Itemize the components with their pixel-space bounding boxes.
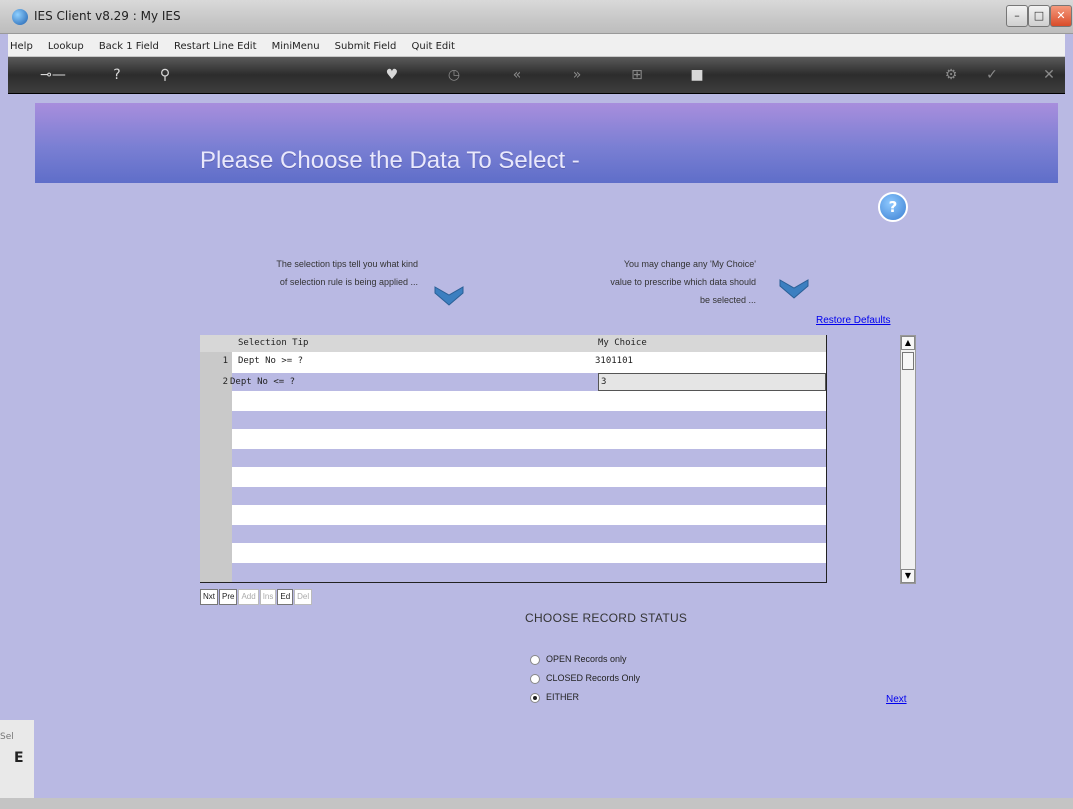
tip-right-line-3: be selected ... <box>699 295 756 305</box>
check-icon[interactable]: ✓ <box>983 66 1001 84</box>
status-bar <box>0 798 1073 809</box>
help-icon-toolbar[interactable]: ? <box>108 66 126 84</box>
toolbar: ⊸— ? ⚲ ♥ ◷ « » ⊞ ■ ⚙ ✓ ✕ <box>8 57 1065 94</box>
radio-either[interactable]: EITHER <box>530 692 579 703</box>
window-title: IES Client v8.29 : My IES <box>34 9 181 23</box>
my-choice-cell[interactable]: 3101101 <box>595 352 633 370</box>
key-icon[interactable]: ⊸— <box>38 66 68 84</box>
settings-icon[interactable]: ⚙ <box>942 66 960 84</box>
menu-help[interactable]: Help <box>8 36 33 58</box>
table-row[interactable]: 2 Dept No <= ? 3 <box>223 373 826 391</box>
table-row[interactable] <box>232 544 826 562</box>
rewind-icon[interactable]: « <box>508 66 526 84</box>
side-panel-letter: E <box>14 750 24 766</box>
table-row[interactable] <box>232 506 826 524</box>
minimize-button[interactable]: – <box>1006 5 1028 27</box>
menu-quit-edit[interactable]: Quit Edit <box>410 36 455 58</box>
table-row[interactable] <box>232 525 826 543</box>
selection-tip-cell: Dept No >= ? <box>238 356 304 366</box>
table-row[interactable] <box>232 563 826 582</box>
tip-left-line-1: The selection tips tell you what kind <box>276 259 418 269</box>
radio-open-records[interactable]: OPEN Records only <box>530 654 627 665</box>
radio-label: EITHER <box>546 692 580 702</box>
add-row-button[interactable]: Add <box>238 589 259 605</box>
selection-grid: Selection Tip My Choice 1 Dept No >= ? 3… <box>200 335 827 583</box>
heart-icon[interactable]: ♥ <box>383 66 401 84</box>
my-choice-value: 3 <box>601 377 607 387</box>
down-arrow-icon <box>434 286 464 306</box>
table-row[interactable]: 1 Dept No >= ? 3101101 <box>223 352 826 370</box>
menu-back-1-field[interactable]: Back 1 Field <box>97 36 159 58</box>
stop-icon[interactable]: ■ <box>688 66 706 84</box>
down-arrow-icon <box>779 279 809 299</box>
table-row[interactable] <box>232 392 826 410</box>
header-selection-tip: Selection Tip <box>238 338 309 348</box>
grid-scrollbar[interactable]: ▲ ▼ <box>900 335 916 584</box>
row-number: 1 <box>222 356 228 366</box>
table-row[interactable] <box>232 449 826 467</box>
scroll-thumb[interactable] <box>902 352 914 370</box>
radio-button[interactable] <box>530 673 540 684</box>
grid-icon[interactable]: ⊞ <box>628 66 646 84</box>
selection-tip-cell: Dept No <= ? <box>230 377 296 387</box>
table-row[interactable] <box>232 411 826 429</box>
menu-bar: Help Lookup Back 1 Field Restart Line Ed… <box>8 34 1065 57</box>
radio-label: OPEN Records only <box>546 654 627 664</box>
grid-header: Selection Tip My Choice <box>200 335 826 352</box>
delete-row-button[interactable]: Del <box>294 589 313 605</box>
scroll-down-arrow-icon[interactable]: ▼ <box>901 569 915 583</box>
header-banner: Please Choose the Data To Select - <box>35 103 1058 183</box>
tip-right-line-2: value to prescribe which data should <box>610 277 756 287</box>
next-row-button[interactable]: Nxt <box>200 589 218 605</box>
search-icon[interactable]: ⚲ <box>156 66 174 84</box>
app-globe-icon <box>12 9 28 25</box>
clock-icon[interactable]: ◷ <box>445 66 463 84</box>
radio-button-selected[interactable] <box>530 692 540 703</box>
table-row[interactable] <box>232 468 826 486</box>
tip-right-line-1: You may change any 'My Choice' <box>623 259 756 269</box>
row-number: 2 <box>222 377 228 387</box>
help-icon[interactable]: ? <box>878 192 908 222</box>
maximize-button[interactable]: □ <box>1028 5 1050 27</box>
edit-row-button[interactable]: Ed <box>277 589 294 605</box>
app-window: IES Client v8.29 : My IES – □ ✕ Help Loo… <box>0 0 1073 809</box>
table-row[interactable] <box>232 430 826 448</box>
menu-lookup[interactable]: Lookup <box>46 36 84 58</box>
side-panel-label: Sel <box>0 732 14 742</box>
radio-label: CLOSED Records Only <box>546 673 641 683</box>
next-link[interactable]: Next <box>886 694 907 705</box>
choice-tip-text: You may change any 'My Choice' value to … <box>548 255 756 309</box>
selection-tip-text: The selection tips tell you what kind of… <box>230 255 418 291</box>
radio-button[interactable] <box>530 654 540 665</box>
tip-left-line-2: of selection rule is being applied ... <box>279 277 418 287</box>
record-status-title: CHOOSE RECORD STATUS <box>525 611 688 625</box>
row-nav-buttons: Nxt Pre Add Ins Ed Del <box>200 584 313 605</box>
restore-defaults-link[interactable]: Restore Defaults <box>816 315 890 326</box>
scroll-up-arrow-icon[interactable]: ▲ <box>901 336 915 350</box>
menu-minimenu[interactable]: MiniMenu <box>270 36 320 58</box>
previous-row-button[interactable]: Pre <box>219 589 238 605</box>
my-choice-input[interactable]: 3 <box>598 373 826 391</box>
cancel-icon[interactable]: ✕ <box>1040 66 1058 84</box>
title-bar: IES Client v8.29 : My IES – □ ✕ <box>0 0 1073 34</box>
close-window-button[interactable]: ✕ <box>1050 5 1072 27</box>
menu-submit-field[interactable]: Submit Field <box>333 36 397 58</box>
forward-icon[interactable]: » <box>568 66 586 84</box>
table-row[interactable] <box>232 487 826 505</box>
header-my-choice: My Choice <box>598 338 647 348</box>
menu-restart-line-edit[interactable]: Restart Line Edit <box>172 36 257 58</box>
radio-closed-records[interactable]: CLOSED Records Only <box>530 673 640 684</box>
insert-row-button[interactable]: Ins <box>259 589 277 605</box>
page-title: Please Choose the Data To Select - <box>200 147 580 174</box>
